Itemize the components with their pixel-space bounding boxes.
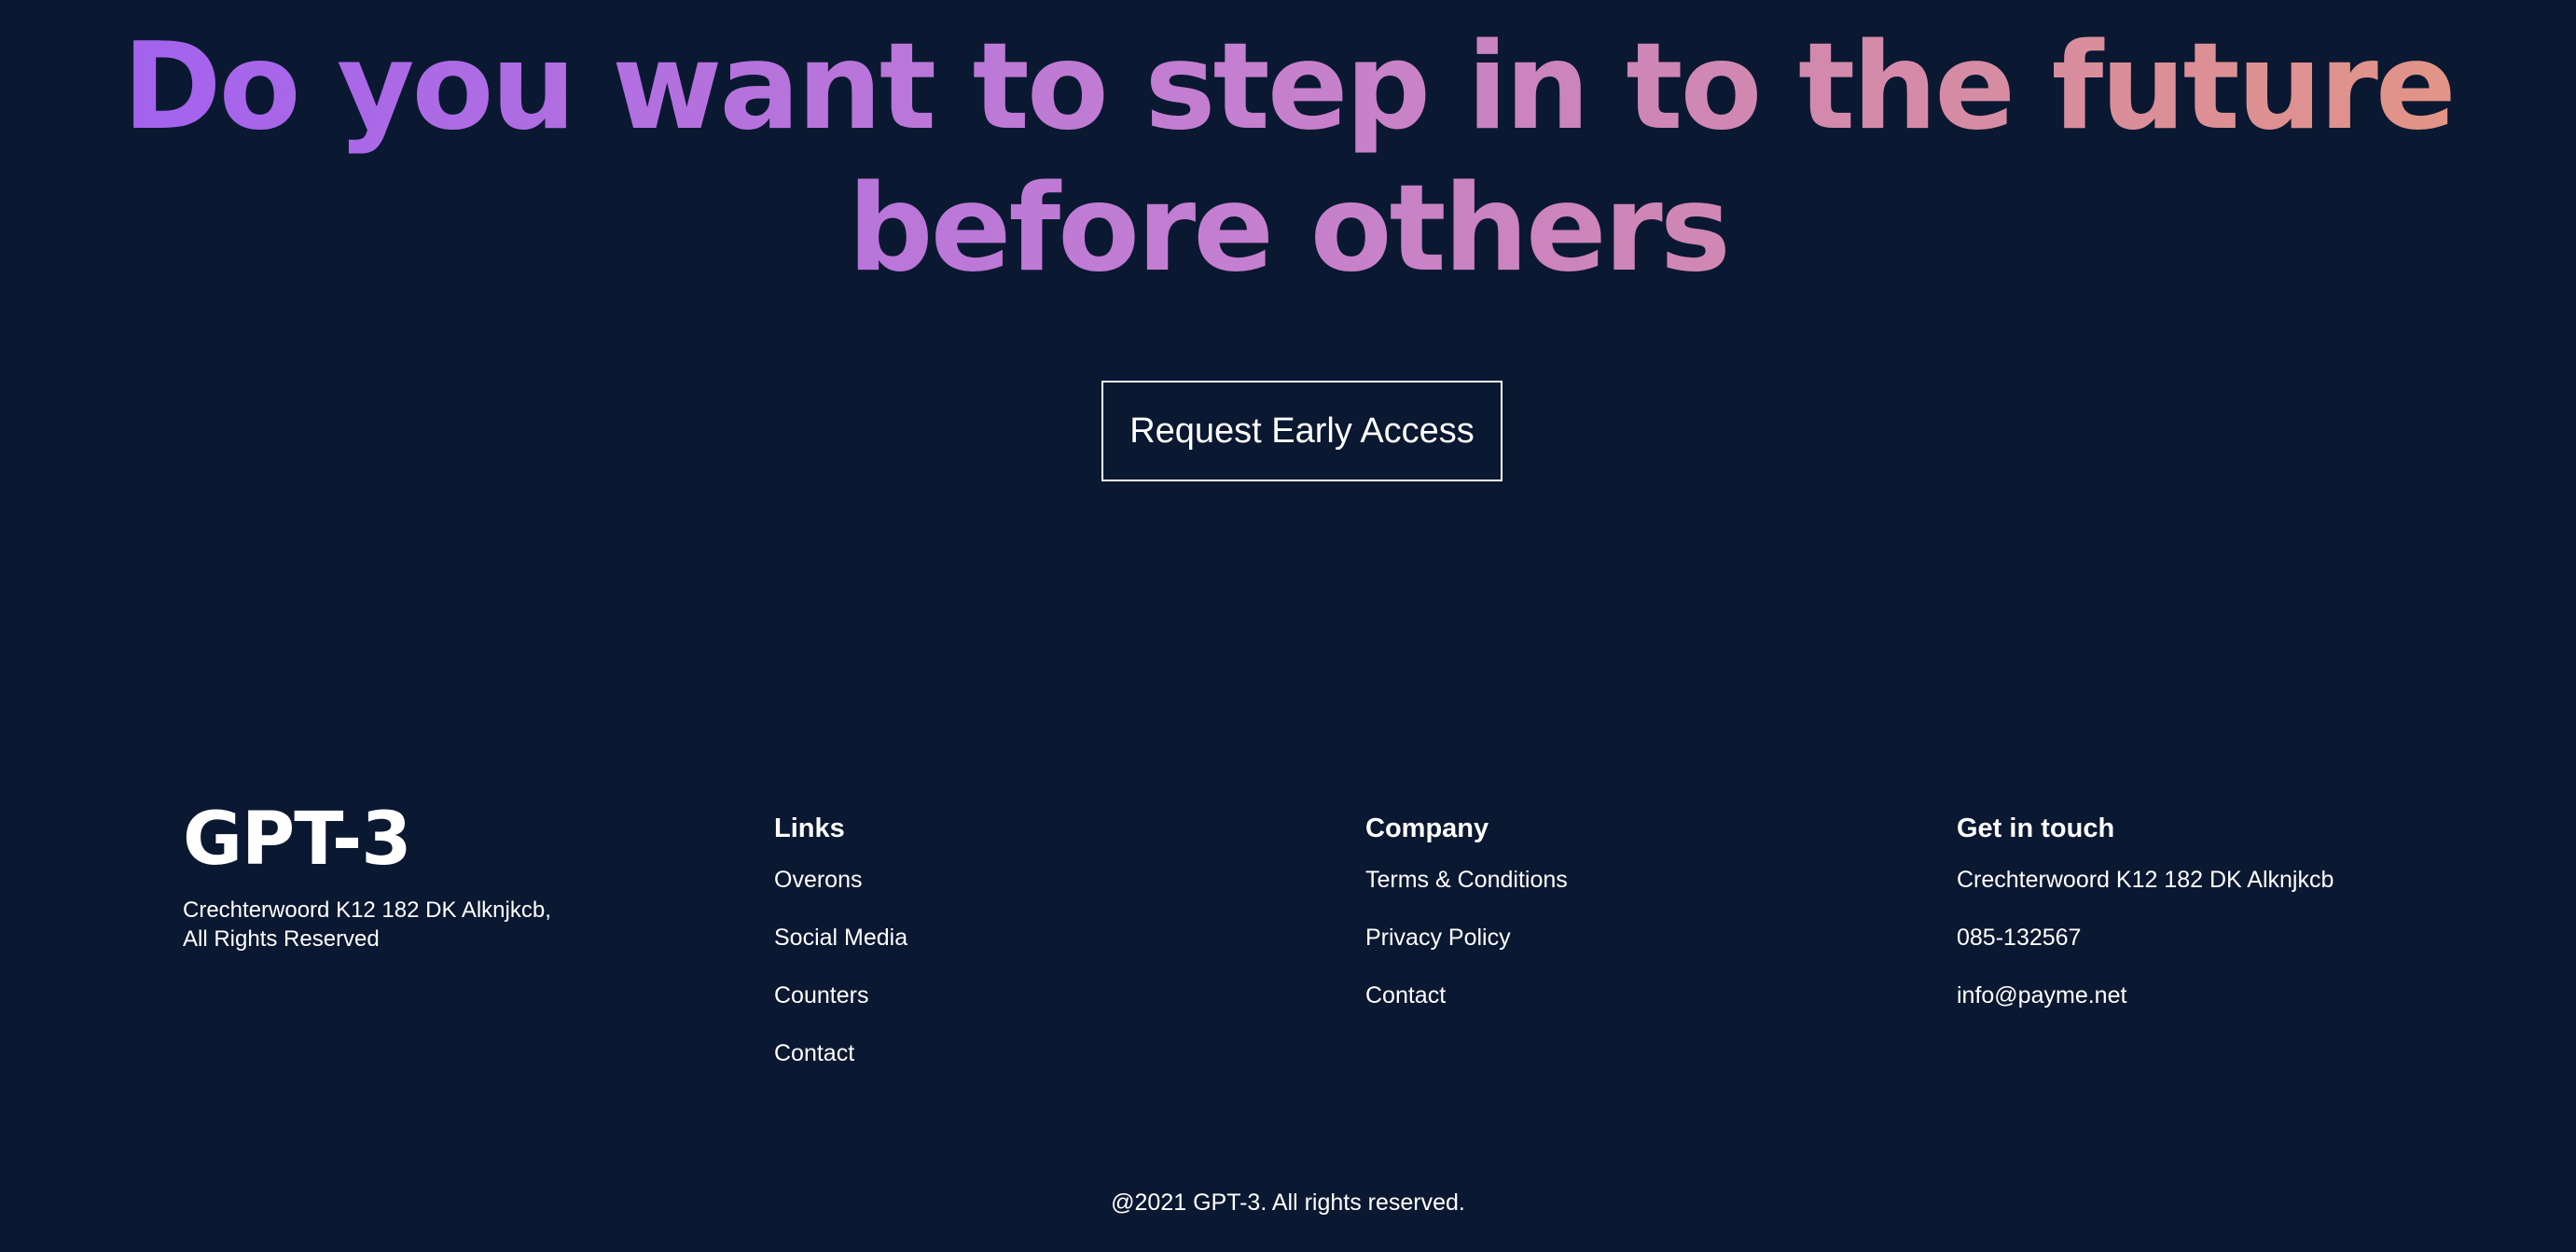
footer-copyright: @2021 GPT-3. All rights reserved. — [1111, 1189, 1465, 1216]
link-counters[interactable]: Counters — [774, 981, 907, 1009]
footer-address: Crechterwoord K12 182 DK Alknjkcb, All R… — [183, 896, 551, 953]
company-heading: Company — [1365, 814, 1489, 843]
get-in-touch-heading: Get in touch — [1957, 814, 2115, 843]
link-social-media[interactable]: Social Media — [774, 924, 907, 952]
footer-brand: GPT-3 Crechterwoord K12 182 DK Alknjkcb,… — [183, 802, 551, 953]
footer-logo[interactable]: GPT-3 — [183, 802, 551, 877]
footer-address-line-1: Crechterwoord K12 182 DK Alknjkcb, — [183, 897, 551, 923]
cta-section: Do you want to step in to the future bef… — [0, 0, 2576, 504]
cta-headline: Do you want to step in to the future bef… — [0, 17, 2576, 300]
footer-links-column: Links Overons Social Media Counters Cont… — [774, 810, 907, 1097]
headline-line-2: before others — [0, 159, 2576, 300]
footer-company-column: Company Terms & Conditions Privacy Polic… — [1365, 810, 1568, 1039]
footer-address-line-2: All Rights Reserved — [183, 926, 380, 952]
contact-email-link[interactable]: info@payme.net — [1957, 981, 2334, 1009]
footer-contact-column: Get in touch Crechterwoord K12 182 DK Al… — [1957, 810, 2334, 1039]
link-company-contact[interactable]: Contact — [1365, 981, 1568, 1009]
link-terms-conditions[interactable]: Terms & Conditions — [1365, 866, 1568, 894]
contact-address: Crechterwoord K12 182 DK Alknjkcb — [1957, 867, 2334, 893]
link-privacy-policy[interactable]: Privacy Policy — [1365, 924, 1568, 952]
link-contact[interactable]: Contact — [774, 1039, 907, 1067]
request-early-access-button[interactable]: Request Early Access — [1101, 381, 1503, 481]
contact-phone: 085-132567 — [1957, 925, 2082, 951]
headline-line-1: Do you want to step in to the future — [0, 17, 2576, 159]
links-heading: Links — [774, 814, 845, 843]
link-overons[interactable]: Overons — [774, 866, 907, 894]
